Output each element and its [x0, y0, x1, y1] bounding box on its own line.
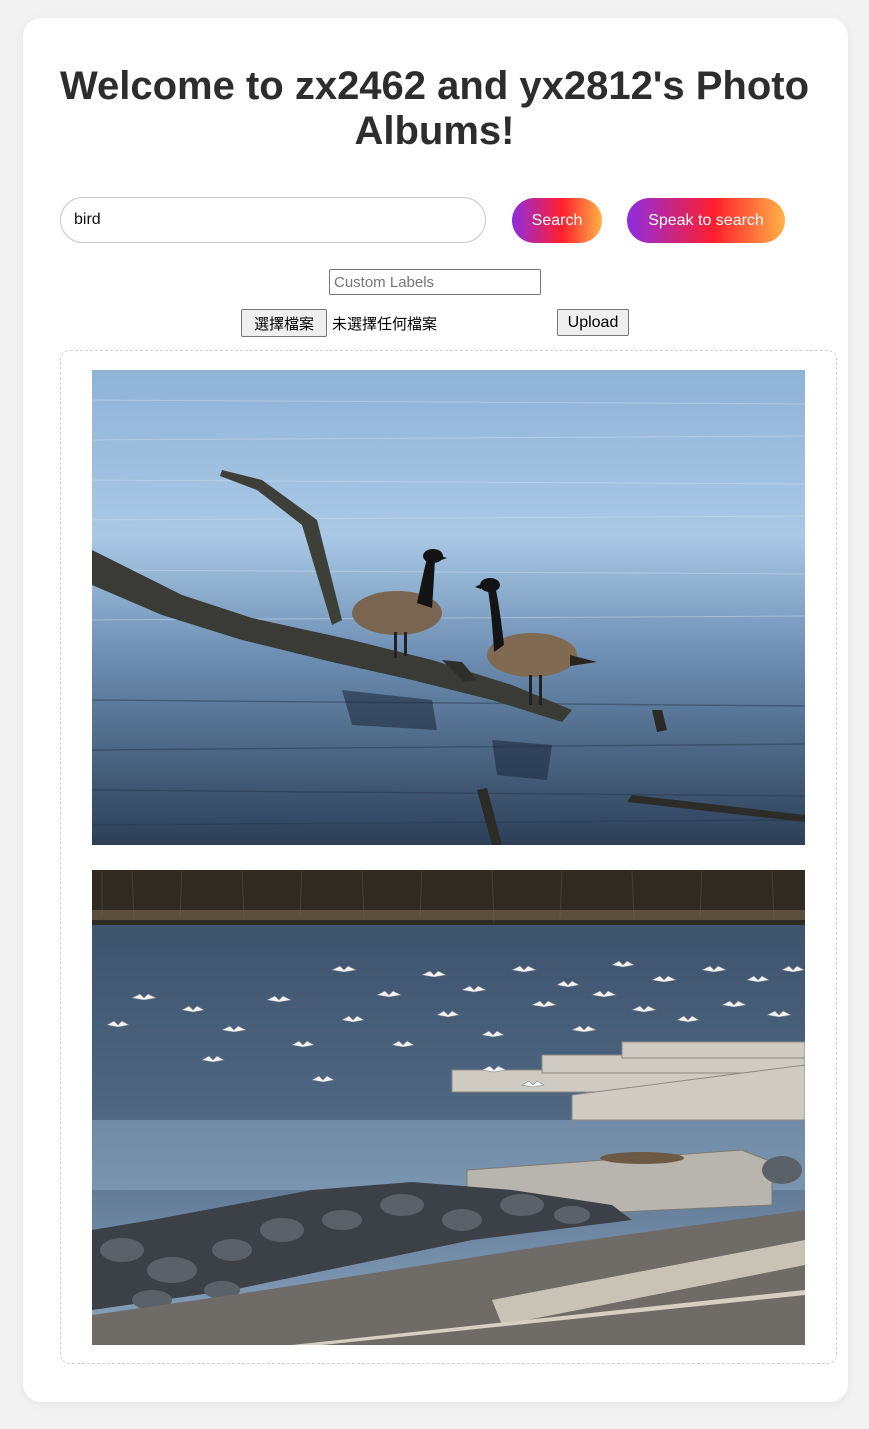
choose-file-button[interactable]: 選擇檔案	[241, 309, 327, 337]
custom-labels-input[interactable]	[329, 269, 541, 295]
page-title: Welcome to zx2462 and yx2812's Photo Alb…	[59, 64, 810, 153]
geese-image	[92, 370, 805, 845]
search-input[interactable]	[60, 197, 486, 243]
search-button[interactable]: Search	[512, 198, 602, 243]
gulls-image	[92, 870, 805, 1345]
photo-gulls[interactable]	[92, 870, 805, 1345]
upload-button[interactable]: Upload	[557, 309, 629, 336]
photo-geese[interactable]	[92, 370, 805, 845]
speak-to-search-button[interactable]: Speak to search	[627, 198, 785, 243]
file-status-text: 未選擇任何檔案	[332, 315, 438, 333]
